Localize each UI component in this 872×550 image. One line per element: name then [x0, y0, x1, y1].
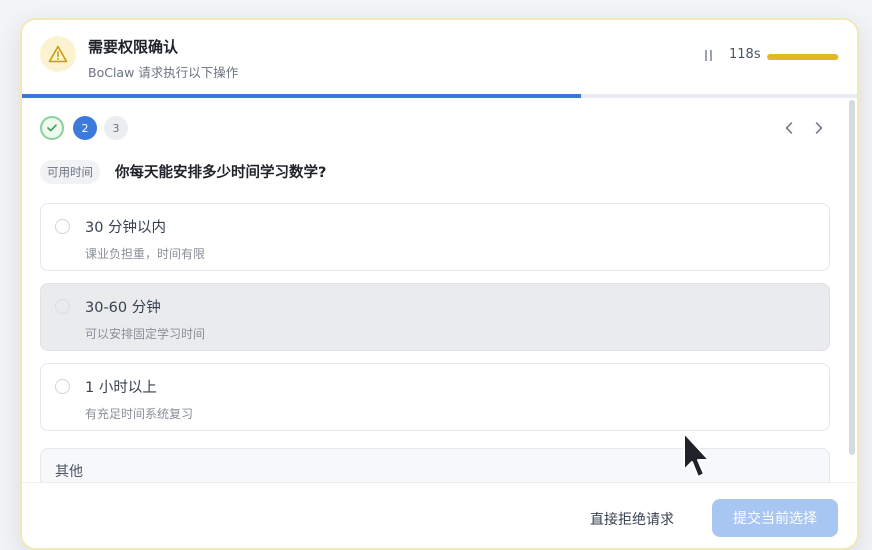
dialog-title: 需要权限确认	[88, 38, 179, 56]
dialog-header: 需要权限确认 BoClaw 请求执行以下操作 118s	[22, 20, 857, 94]
dialog-subtitle: BoClaw 请求执行以下操作	[88, 65, 239, 80]
submit-selection-button[interactable]: 提交当前选择	[712, 499, 838, 537]
step-1-done[interactable]	[40, 116, 64, 140]
check-icon	[47, 124, 57, 132]
pause-icon[interactable]	[704, 50, 713, 61]
countdown-bar	[767, 54, 839, 60]
warning-badge	[40, 36, 76, 72]
permission-dialog: 需要权限确认 BoClaw 请求执行以下操作 118s 2 3 可用时间 你每天…	[20, 18, 859, 550]
option-label: 1 小时以上	[85, 380, 157, 396]
option-description: 有充足时间系统复习	[85, 407, 194, 421]
dialog-footer: 直接拒绝请求 提交当前选择	[22, 482, 857, 548]
option-under-30-min[interactable]: 30 分钟以内 课业负担重，时间有限	[40, 203, 830, 271]
step-3-pending[interactable]: 3	[104, 116, 128, 140]
next-question-button[interactable]	[811, 120, 827, 136]
radio-button[interactable]	[55, 219, 70, 234]
step-2-current[interactable]: 2	[73, 116, 97, 140]
chevron-right-icon	[815, 122, 823, 134]
countdown-timer: 118s	[729, 47, 761, 62]
question-text: 你每天能安排多少时间学习数学?	[115, 165, 327, 181]
question-progress-bar	[22, 94, 857, 98]
option-label: 30-60 分钟	[85, 300, 161, 316]
mouse-cursor-icon	[683, 432, 710, 478]
option-description: 课业负担重，时间有限	[85, 247, 206, 261]
question-progress-fill	[22, 94, 582, 98]
question-category-tag: 可用时间	[40, 160, 100, 184]
scrollbar[interactable]	[849, 100, 855, 455]
previous-question-button[interactable]	[781, 120, 797, 136]
countdown-bar-fill	[767, 54, 838, 60]
option-description: 可以安排固定学习时间	[85, 327, 206, 341]
warning-icon	[48, 45, 68, 63]
other-label: 其他	[55, 464, 83, 480]
reject-request-button[interactable]: 直接拒绝请求	[590, 509, 674, 529]
option-30-60-min[interactable]: 30-60 分钟 可以安排固定学习时间	[40, 283, 830, 351]
radio-button[interactable]	[55, 379, 70, 394]
chevron-left-icon	[785, 122, 793, 134]
option-label: 30 分钟以内	[85, 220, 167, 236]
option-over-1-hour[interactable]: 1 小时以上 有充足时间系统复习	[40, 363, 830, 431]
radio-button[interactable]	[55, 299, 70, 314]
